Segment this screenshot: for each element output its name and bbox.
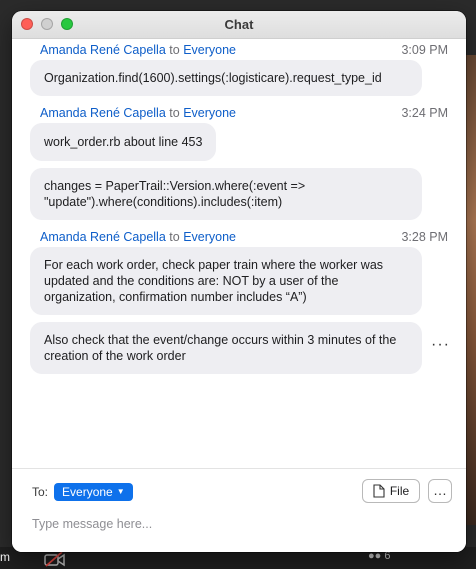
- file-icon: [373, 484, 385, 498]
- recipient-dropdown-label: Everyone: [62, 485, 113, 499]
- title-bar: Chat: [12, 11, 466, 39]
- minimize-window-button[interactable]: [41, 18, 53, 30]
- message-group: Amanda René Capella to Everyone 3:09 PM …: [30, 40, 448, 96]
- message-bubble[interactable]: work_order.rb about line 453: [30, 123, 217, 161]
- message-time: 3:24 PM: [401, 106, 448, 120]
- message-time: 3:28 PM: [401, 230, 448, 244]
- file-button-label: File: [389, 484, 410, 498]
- more-options-button[interactable]: …: [428, 479, 452, 503]
- to-label: To:: [32, 485, 49, 499]
- message-list[interactable]: Amanda René Capella to Everyone 3:09 PM …: [12, 40, 466, 470]
- participants-icon[interactable]: ●● 6: [368, 550, 408, 566]
- recipient-name[interactable]: Everyone: [183, 106, 236, 120]
- to-word: to: [169, 106, 180, 120]
- to-word: to: [169, 230, 180, 244]
- recipient-dropdown[interactable]: Everyone ▼: [54, 483, 133, 501]
- file-button[interactable]: File: [362, 479, 420, 503]
- message-header: Amanda René Capella to Everyone 3:28 PM: [40, 227, 448, 247]
- message-bubble[interactable]: changes = PaperTrail::Version.where(:eve…: [30, 168, 422, 220]
- toolbar-label: m: [0, 550, 10, 564]
- window-title: Chat: [224, 17, 254, 32]
- sender-name[interactable]: Amanda René Capella: [40, 43, 166, 57]
- chat-window: Chat Amanda René Capella to Everyone 3:0…: [12, 11, 466, 552]
- chevron-down-icon: ▼: [116, 487, 125, 496]
- composer: To: Everyone ▼ File …: [12, 468, 466, 552]
- recipient-name[interactable]: Everyone: [183, 230, 236, 244]
- message-input[interactable]: [32, 513, 432, 535]
- sender-name[interactable]: Amanda René Capella: [40, 230, 166, 244]
- message-bubble[interactable]: Also check that the event/change occurs …: [30, 322, 422, 374]
- window-controls: [21, 18, 73, 30]
- message-time: 3:09 PM: [401, 43, 448, 57]
- message-group: Amanda René Capella to Everyone 3:24 PM …: [30, 103, 448, 220]
- close-window-button[interactable]: [21, 18, 33, 30]
- more-horizontal-icon[interactable]: ···: [431, 336, 450, 354]
- recipient-row: To: Everyone ▼: [32, 483, 133, 501]
- message-bubble[interactable]: For each work order, check paper train w…: [30, 247, 422, 315]
- sender-name[interactable]: Amanda René Capella: [40, 106, 166, 120]
- recipient-name[interactable]: Everyone: [183, 43, 236, 57]
- video-off-icon[interactable]: [44, 551, 66, 567]
- message-bubble[interactable]: Organization.find(1600).settings(:logist…: [30, 60, 422, 96]
- message-group: Amanda René Capella to Everyone 3:28 PM …: [30, 227, 450, 374]
- message-header: Amanda René Capella to Everyone 3:24 PM: [40, 103, 448, 123]
- maximize-window-button[interactable]: [61, 18, 73, 30]
- message-header: Amanda René Capella to Everyone 3:09 PM: [40, 40, 448, 60]
- message-row: Also check that the event/change occurs …: [30, 322, 450, 374]
- to-word: to: [169, 43, 180, 57]
